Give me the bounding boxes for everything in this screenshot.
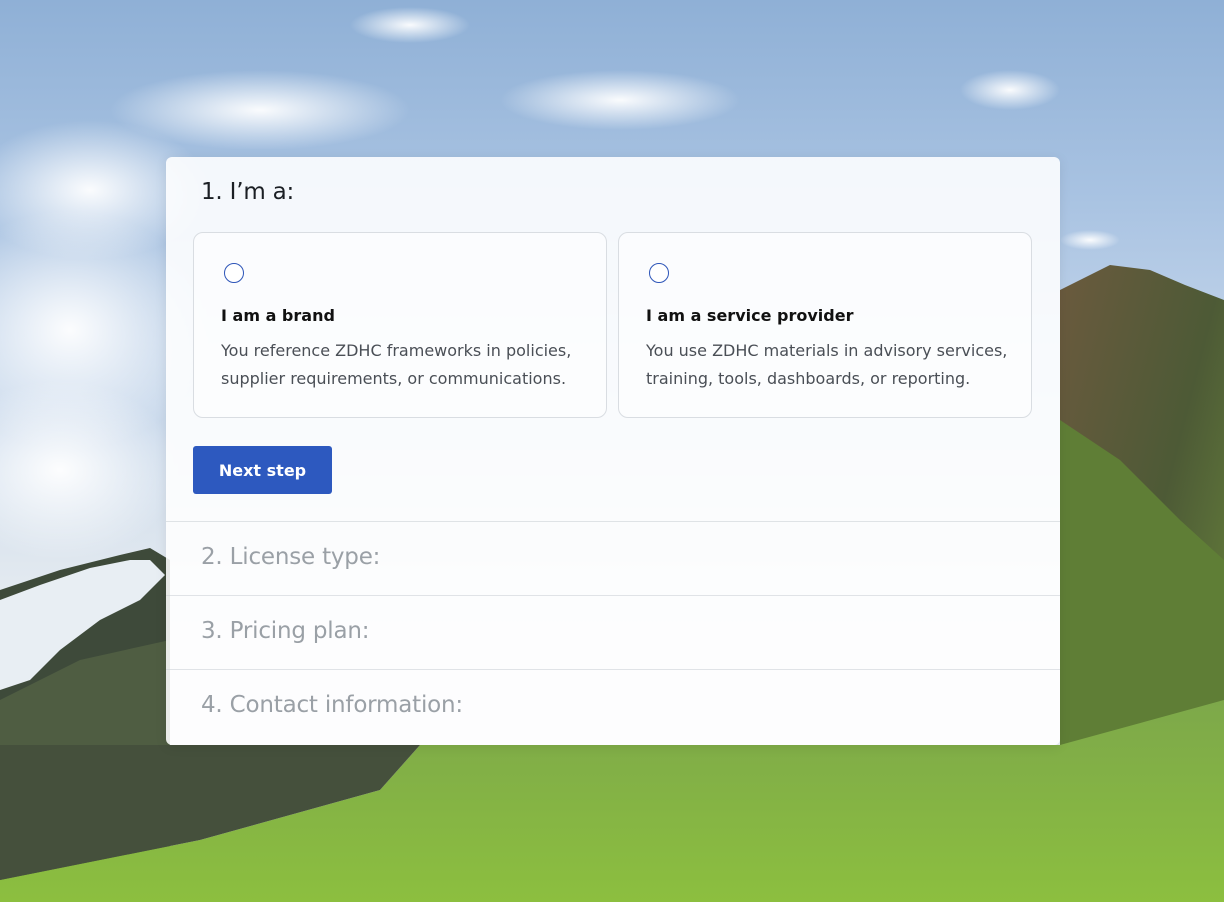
step-3-pricing-plan-header[interactable]: 3. Pricing plan: [201,618,370,644]
divider [166,595,1060,596]
next-step-button[interactable]: Next step [193,446,332,494]
option-service-provider-card[interactable]: I am a service provider You use ZDHC mat… [618,232,1032,418]
option-service-provider-title: I am a service provider [646,306,854,325]
service-provider-radio-button[interactable] [649,263,669,283]
brand-radio-button[interactable] [224,263,244,283]
signup-stepper-card: 1. I’m a: I am a brand You reference ZDH… [166,157,1060,745]
divider [166,669,1060,670]
divider [166,521,1060,522]
step-4-contact-information-header[interactable]: 4. Contact information: [201,692,463,718]
option-brand-card[interactable]: I am a brand You reference ZDHC framewor… [193,232,607,418]
step-2-license-type-header[interactable]: 2. License type: [201,544,380,570]
option-service-provider-description: You use ZDHC materials in advisory servi… [646,341,1008,388]
step-1-title: 1. I’m a: [201,179,295,205]
option-brand-title: I am a brand [221,306,335,325]
option-brand-description: You reference ZDHC frameworks in policie… [221,341,572,388]
